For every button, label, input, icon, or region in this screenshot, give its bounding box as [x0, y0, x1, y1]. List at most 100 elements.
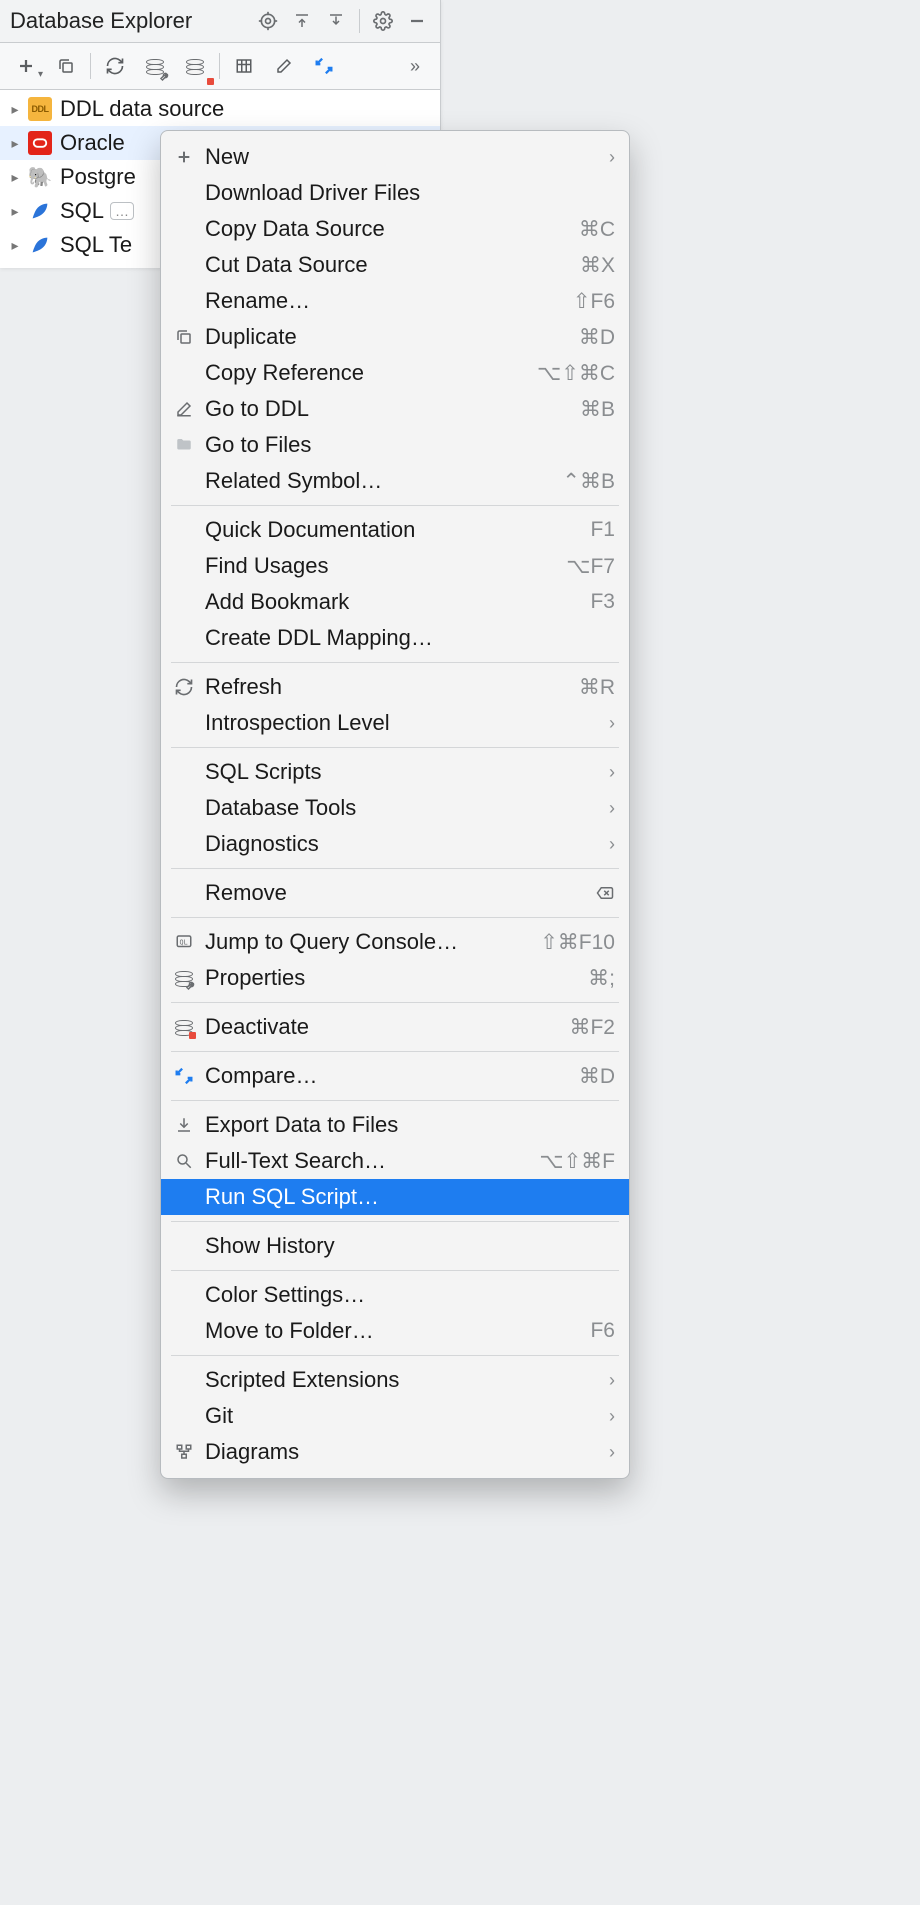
menu-item-git[interactable]: Git›: [161, 1398, 629, 1434]
dbstop-icon: [171, 1014, 197, 1040]
menu-item-new[interactable]: New›: [161, 139, 629, 175]
pencil-icon[interactable]: [264, 46, 304, 86]
chevron-right-icon: ›: [609, 1442, 615, 1463]
menu-item-remove[interactable]: Remove: [161, 875, 629, 911]
menu-item-label: New: [205, 144, 609, 170]
chevron-right-icon[interactable]: ▸: [8, 237, 22, 254]
menu-item-compare[interactable]: Compare…⌘D: [161, 1058, 629, 1094]
menu-item-cut-data-source[interactable]: Cut Data Source⌘X: [161, 247, 629, 283]
menu-separator: [171, 1100, 619, 1101]
menu-item-run-sql-script[interactable]: Run SQL Script…: [161, 1179, 629, 1215]
menu-item-show-history[interactable]: Show History: [161, 1228, 629, 1264]
menu-item-label: Rename…: [205, 288, 563, 314]
refresh-icon[interactable]: [95, 46, 135, 86]
blank-icon: [171, 1318, 197, 1344]
gear-icon[interactable]: [366, 4, 400, 38]
tree-label: Postgre: [60, 164, 136, 190]
context-menu: New›Download Driver FilesCopy Data Sourc…: [160, 130, 630, 1479]
menu-item-color-settings[interactable]: Color Settings…: [161, 1277, 629, 1313]
menu-item-label: Duplicate: [205, 324, 569, 350]
table-icon[interactable]: [224, 46, 264, 86]
db-wrench-icon[interactable]: [135, 46, 175, 86]
menu-item-shortcut: ⌘C: [579, 217, 615, 242]
menu-item-shortcut: ⌘X: [580, 253, 615, 278]
menu-item-shortcut: F1: [590, 518, 615, 542]
menu-item-label: Database Tools: [205, 795, 609, 821]
menu-item-introspection-level[interactable]: Introspection Level›: [161, 705, 629, 741]
menu-item-go-to-ddl[interactable]: Go to DDL⌘B: [161, 391, 629, 427]
menu-item-label: Remove: [205, 880, 585, 906]
menu-item-add-bookmark[interactable]: Add BookmarkF3: [161, 584, 629, 620]
blank-icon: [171, 252, 197, 278]
menu-item-go-to-files[interactable]: Go to Files: [161, 427, 629, 463]
delete-icon: [595, 884, 615, 902]
menu-item-refresh[interactable]: Refresh⌘R: [161, 669, 629, 705]
menu-item-quick-documentation[interactable]: Quick DocumentationF1: [161, 512, 629, 548]
menu-item-label: Properties: [205, 965, 578, 991]
plus-icon: [171, 144, 197, 170]
duplicate-icon[interactable]: [46, 46, 86, 86]
menu-item-diagnostics[interactable]: Diagnostics›: [161, 826, 629, 862]
chevron-right-icon: ›: [609, 1370, 615, 1391]
menu-item-label: Deactivate: [205, 1014, 559, 1040]
menu-item-move-to-folder[interactable]: Move to Folder…F6: [161, 1313, 629, 1349]
chevron-right-icon[interactable]: ▸: [8, 203, 22, 220]
menu-item-label: Run SQL Script…: [205, 1184, 615, 1210]
export-icon: [171, 1112, 197, 1138]
menu-item-download-driver-files[interactable]: Download Driver Files: [161, 175, 629, 211]
tree-label: Oracle: [60, 130, 125, 156]
menu-item-related-symbol[interactable]: Related Symbol…⌃⌘B: [161, 463, 629, 499]
menu-item-copy-data-source[interactable]: Copy Data Source⌘C: [161, 211, 629, 247]
menu-item-find-usages[interactable]: Find Usages⌥F7: [161, 548, 629, 584]
blank-icon: [171, 1403, 197, 1429]
menu-item-duplicate[interactable]: Duplicate⌘D: [161, 319, 629, 355]
minimize-icon[interactable]: [400, 4, 434, 38]
menu-item-sql-scripts[interactable]: SQL Scripts›: [161, 754, 629, 790]
compare-icon: [171, 1063, 197, 1089]
chevron-right-icon[interactable]: ▸: [8, 169, 22, 186]
menu-item-export-data-to-files[interactable]: Export Data to Files: [161, 1107, 629, 1143]
menu-item-label: Related Symbol…: [205, 468, 552, 494]
menu-item-copy-reference[interactable]: Copy Reference⌥⇧⌘C: [161, 355, 629, 391]
collapse-all-icon[interactable]: [319, 4, 353, 38]
menu-item-label: Git: [205, 1403, 609, 1429]
pencil-icon: [171, 396, 197, 422]
blank-icon: [171, 288, 197, 314]
menu-separator: [171, 505, 619, 506]
more-actions-icon[interactable]: »: [394, 46, 434, 86]
folder-icon: [171, 432, 197, 458]
blank-icon: [171, 625, 197, 651]
blank-icon: [171, 1184, 197, 1210]
chevron-right-icon[interactable]: ▸: [8, 101, 22, 118]
search-icon: [171, 1148, 197, 1174]
tree-label: DDL data source: [60, 96, 224, 122]
menu-item-jump-to-query-console[interactable]: QLJump to Query Console…⇧⌘F10: [161, 924, 629, 960]
menu-item-label: Add Bookmark: [205, 589, 580, 615]
menu-separator: [171, 1051, 619, 1052]
chevron-right-icon: ›: [609, 762, 615, 783]
db-stop-icon[interactable]: [175, 46, 215, 86]
menu-item-properties[interactable]: Properties⌘;: [161, 960, 629, 996]
target-icon[interactable]: [251, 4, 285, 38]
menu-item-rename[interactable]: Rename…⇧F6: [161, 283, 629, 319]
menu-item-deactivate[interactable]: Deactivate⌘F2: [161, 1009, 629, 1045]
chevron-right-icon[interactable]: ▸: [8, 135, 22, 152]
menu-item-label: Diagnostics: [205, 831, 609, 857]
blank-icon: [171, 180, 197, 206]
compare-arrows-icon[interactable]: [304, 46, 344, 86]
menu-item-label: Diagrams: [205, 1439, 609, 1465]
blank-icon: [171, 759, 197, 785]
menu-item-diagrams[interactable]: Diagrams›: [161, 1434, 629, 1470]
menu-separator: [171, 868, 619, 869]
add-datasource-icon[interactable]: ▾: [6, 46, 46, 86]
tree-item-ddl[interactable]: ▸ DDL DDL data source: [0, 92, 440, 126]
panel-toolbar: ▾ »: [0, 43, 440, 90]
svg-text:QL: QL: [180, 938, 188, 946]
menu-item-create-ddl-mapping[interactable]: Create DDL Mapping…: [161, 620, 629, 656]
menu-item-full-text-search[interactable]: Full-Text Search…⌥⇧⌘F: [161, 1143, 629, 1179]
menu-item-scripted-extensions[interactable]: Scripted Extensions›: [161, 1362, 629, 1398]
blank-icon: [171, 517, 197, 543]
menu-item-shortcut: ⇧⌘F10: [540, 930, 615, 955]
expand-all-icon[interactable]: [285, 4, 319, 38]
menu-item-database-tools[interactable]: Database Tools›: [161, 790, 629, 826]
